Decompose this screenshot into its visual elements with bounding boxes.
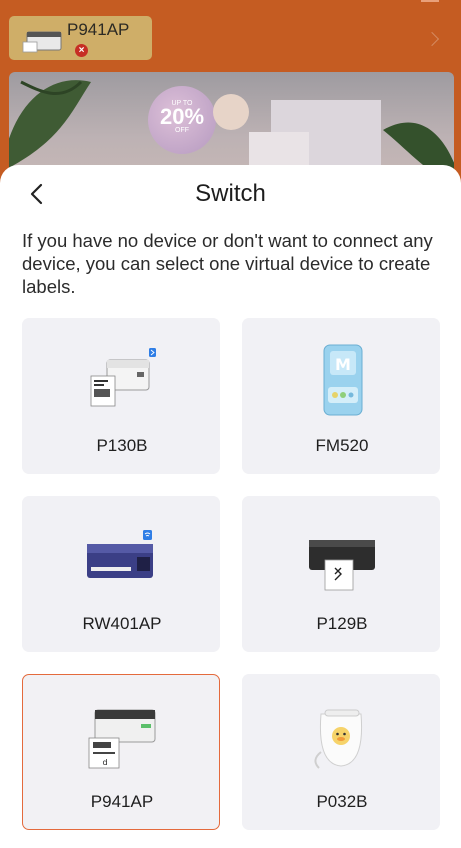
sheet-description: If you have no device or don't want to c… xyxy=(22,230,433,297)
shipping-printer-image xyxy=(72,519,172,599)
label-roll-image xyxy=(213,94,249,130)
status-indicator-line xyxy=(421,0,439,2)
device-card-p941ap[interactable]: d P941AP xyxy=(22,674,220,830)
switch-device-sheet: Switch If you have no device or don't wa… xyxy=(0,165,461,848)
device-card-p129b[interactable]: P129B xyxy=(242,496,440,652)
printer-icon xyxy=(22,31,62,53)
shipping-printer-image: d xyxy=(72,697,172,777)
badge-percent-text: 20% xyxy=(159,104,205,129)
device-card-fm520[interactable]: M FM520 xyxy=(242,318,440,474)
badge-off-text: OFF xyxy=(175,127,189,134)
printer-image xyxy=(72,341,172,421)
current-device-name: P941AP xyxy=(67,20,130,39)
device-card-p130b[interactable]: P130B xyxy=(22,318,220,474)
device-label: P129B xyxy=(316,614,368,633)
mini-printer-image xyxy=(292,697,392,777)
device-label: P032B xyxy=(316,792,368,811)
label-maker-image: M xyxy=(292,341,392,421)
discount-badge: UP TO 20% OFF xyxy=(148,86,216,154)
sheet-title: Switch xyxy=(195,180,266,207)
printer-image xyxy=(292,519,392,599)
device-label: RW401AP xyxy=(82,614,162,633)
chevron-right-icon xyxy=(424,31,440,47)
error-x-icon: × xyxy=(75,44,88,57)
svg-text:M: M xyxy=(335,355,351,374)
device-label: P941AP xyxy=(90,792,154,811)
current-device-chip[interactable]: P941AP × xyxy=(9,16,152,60)
svg-text:d: d xyxy=(102,758,107,767)
device-label: FM520 xyxy=(315,436,369,455)
device-card-rw401ap[interactable]: RW401AP xyxy=(22,496,220,652)
device-card-p032b[interactable]: P032B xyxy=(242,674,440,830)
device-label: P130B xyxy=(96,436,148,455)
